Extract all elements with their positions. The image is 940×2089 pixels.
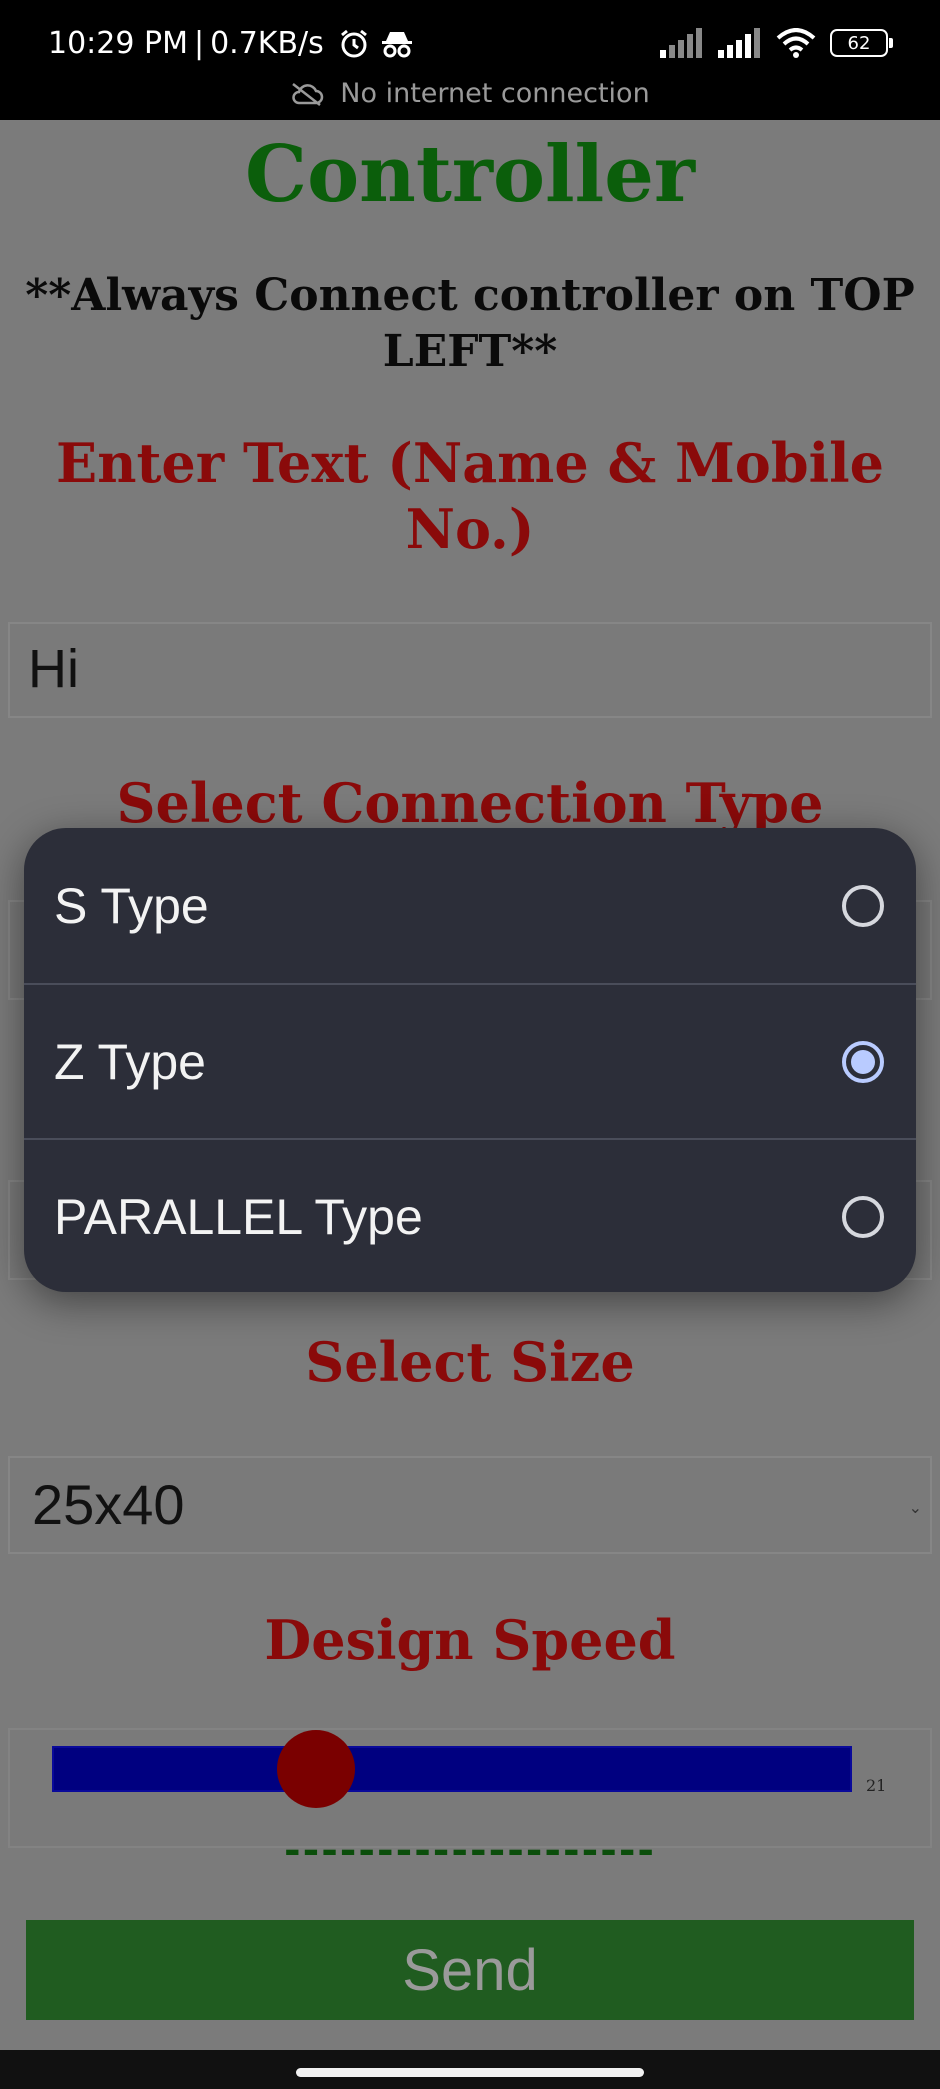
radio-icon[interactable] (842, 1195, 884, 1238)
size-select[interactable]: 25x40 ⌄ (8, 1456, 932, 1554)
option-s-type[interactable]: S Type (24, 828, 916, 983)
speed-heading: Design Speed (264, 1608, 676, 1672)
speed-slider-thumb[interactable] (276, 1730, 355, 1808)
battery-icon: 62 (830, 29, 893, 57)
signal-icon (660, 28, 702, 58)
text-input[interactable]: Hi (8, 622, 932, 718)
chevron-down-icon: ⌄ (908, 1500, 922, 1517)
warning-text: **Always Connect controller on TOP LEFT*… (25, 270, 915, 377)
option-label: Z Type (54, 1033, 206, 1090)
wifi-icon (776, 28, 816, 58)
battery-level: 62 (847, 32, 871, 54)
radio-selected-icon[interactable] (842, 1040, 884, 1083)
incognito-icon (381, 31, 412, 57)
option-parallel-type[interactable]: PARALLEL Type (24, 1138, 916, 1292)
network-notice-text: No internet connection (340, 78, 650, 109)
speed-max-label: 21 (866, 1776, 887, 1795)
send-button[interactable]: Send (26, 1920, 914, 2020)
network-notice: No internet connection (0, 78, 940, 109)
text-heading: Enter Text (Name & Mobile No.) (56, 431, 884, 561)
navigation-bar (0, 2050, 940, 2089)
cloud-off-icon (292, 82, 324, 106)
option-label: S Type (54, 877, 209, 934)
speed-dashes: -------------------- (283, 1826, 657, 1873)
connection-heading: Select Connection Type (116, 771, 824, 835)
status-speed: 0.7KB/s (210, 26, 324, 61)
alarm-icon (340, 29, 367, 57)
option-z-type[interactable]: Z Type (24, 983, 916, 1138)
status-icons: 62 (660, 28, 893, 58)
status-bar: 10:29 PM | 0.7KB/s 62 No internet connec… (0, 0, 940, 120)
page-title: Controller (245, 129, 695, 220)
home-handle[interactable] (296, 2068, 644, 2077)
status-time-group: 10:29 PM | 0.7KB/s (48, 26, 414, 61)
radio-icon[interactable] (842, 884, 884, 927)
size-value: 25x40 (32, 1473, 185, 1536)
status-time: 10:29 PM (48, 26, 188, 61)
speed-slider-track[interactable] (52, 1746, 852, 1792)
connection-type-dialog: S Type Z Type PARALLEL Type (24, 828, 916, 1292)
signal-icon (718, 28, 760, 58)
option-label: PARALLEL Type (54, 1188, 423, 1245)
size-heading: Select Size (305, 1330, 635, 1394)
